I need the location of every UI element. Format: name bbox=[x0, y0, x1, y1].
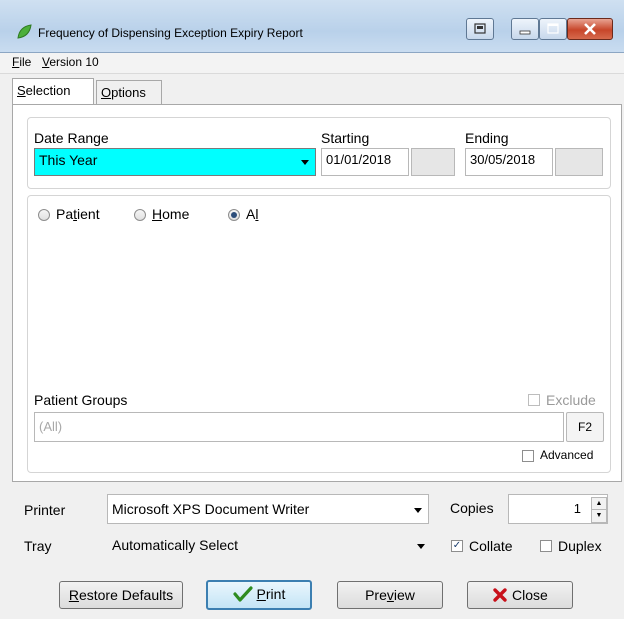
copies-label: Copies bbox=[450, 500, 494, 516]
printer-value: Microsoft XPS Document Writer bbox=[112, 501, 310, 517]
patient-radio[interactable] bbox=[38, 209, 50, 221]
window-title: Frequency of Dispensing Exception Expiry… bbox=[38, 26, 303, 40]
menu-file[interactable]: File bbox=[12, 55, 31, 69]
tray-value: Automatically Select bbox=[112, 537, 239, 553]
spin-down-icon[interactable]: ▼ bbox=[591, 509, 607, 523]
duplex-checkbox[interactable] bbox=[540, 540, 552, 552]
maximize-button[interactable] bbox=[539, 18, 567, 40]
menu-version[interactable]: Version 10 bbox=[42, 55, 99, 69]
close-button[interactable]: Close bbox=[467, 581, 573, 609]
collate-label: Collate bbox=[469, 538, 513, 554]
ending-calendar-button[interactable] bbox=[555, 148, 603, 176]
ending-date-input[interactable]: 30/05/2018 bbox=[465, 148, 553, 176]
printer-label: Printer bbox=[24, 502, 66, 518]
advanced-checkbox[interactable] bbox=[522, 450, 534, 462]
starting-label: Starting bbox=[321, 130, 370, 146]
home-radio[interactable] bbox=[134, 209, 146, 221]
patient-radio-label: Patient bbox=[56, 206, 100, 222]
f2-lookup-button[interactable]: F2 bbox=[566, 412, 604, 442]
title-bar: Frequency of Dispensing Exception Expiry… bbox=[0, 0, 624, 53]
copies-value: 1 bbox=[573, 501, 581, 516]
exclude-label: Exclude bbox=[546, 392, 596, 408]
advanced-label: Advanced bbox=[540, 448, 594, 462]
date-range-group: Date Range This Year Starting 01/01/2018… bbox=[27, 117, 611, 189]
duplex-label: Duplex bbox=[558, 538, 602, 554]
chevron-down-icon bbox=[301, 160, 309, 165]
patient-groups-label: Patient Groups bbox=[34, 392, 128, 408]
exclude-checkbox[interactable] bbox=[528, 394, 540, 406]
date-range-select[interactable]: This Year bbox=[34, 148, 316, 176]
filter-group: Patient Home Al Patient Groups Exclude (… bbox=[27, 195, 611, 473]
collate-checkbox[interactable]: ✓ bbox=[451, 540, 463, 552]
menu-bar: File Version 10 bbox=[0, 53, 624, 74]
tab-selection[interactable]: Selection bbox=[12, 78, 94, 104]
ending-label: Ending bbox=[465, 130, 509, 146]
all-radio[interactable] bbox=[228, 209, 240, 221]
printer-select[interactable]: Microsoft XPS Document Writer bbox=[107, 494, 429, 524]
close-window-button[interactable] bbox=[567, 18, 613, 40]
tray-select[interactable]: Automatically Select bbox=[107, 532, 429, 560]
leaf-app-icon bbox=[16, 24, 32, 44]
print-button[interactable]: Print bbox=[206, 580, 312, 610]
all-radio-label: Al bbox=[246, 206, 259, 222]
tray-label: Tray bbox=[24, 538, 52, 554]
chevron-down-icon bbox=[417, 544, 425, 549]
restore-defaults-button[interactable]: Restore Defaults bbox=[59, 581, 183, 609]
starting-calendar-button[interactable] bbox=[411, 148, 455, 176]
checkmark-icon bbox=[233, 586, 253, 602]
minimize-button[interactable] bbox=[511, 18, 539, 40]
snap-icon[interactable] bbox=[466, 18, 494, 40]
preview-button[interactable]: Preview bbox=[337, 581, 443, 609]
selection-panel: Date Range This Year Starting 01/01/2018… bbox=[12, 104, 622, 482]
home-radio-label: Home bbox=[152, 206, 190, 222]
date-range-value: This Year bbox=[39, 152, 98, 168]
patient-groups-input[interactable]: (All) bbox=[34, 412, 564, 442]
starting-date-input[interactable]: 01/01/2018 bbox=[321, 148, 409, 176]
tab-options[interactable]: Options bbox=[96, 80, 162, 104]
close-icon bbox=[493, 588, 507, 602]
copies-spinner[interactable]: 1 ▲ ▼ bbox=[508, 494, 608, 524]
date-range-label: Date Range bbox=[34, 130, 109, 146]
chevron-down-icon bbox=[414, 508, 422, 513]
